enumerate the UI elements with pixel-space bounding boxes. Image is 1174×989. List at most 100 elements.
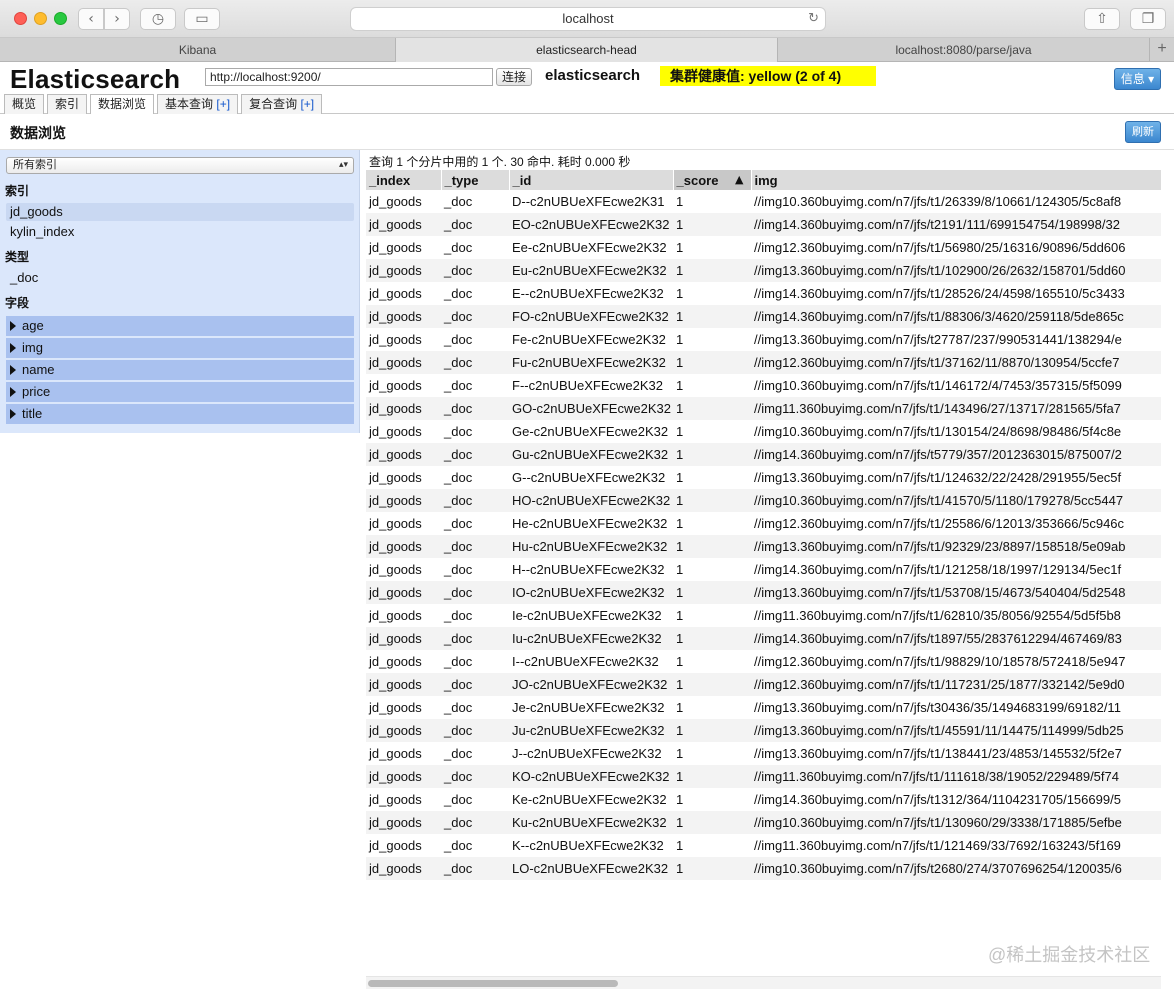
table-row[interactable]: jd_goods _doc F--c2nUBUeXFEcwe2K32 1 //img10… — [366, 374, 1161, 397]
table-row[interactable]: jd_goods _doc Ee-c2nUBUeXFEcwe2K32 1 //img12… — [366, 236, 1161, 259]
table-row[interactable]: jd_goods _doc Ku-c2nUBUeXFEcwe2K32 1//img10… — [366, 811, 1161, 834]
table-row[interactable]: jd_goods _doc LO-c2nUBUeXFEcwe2K32 1//img10… — [366, 857, 1161, 880]
table-row[interactable]: jd_goods _doc He-c2nUBUeXFEcwe2K32 1 //img12… — [366, 512, 1161, 535]
table-row[interactable]: jd_goods _doc FO-c2nUBUeXFEcwe2K32 1//img14… — [366, 305, 1161, 328]
table-row[interactable]: jd_goods _doc HO-c2nUBUeXFEcwe2K32 1//img10… — [366, 489, 1161, 512]
column-header-type[interactable]: _type — [441, 170, 510, 190]
clock-icon: ◷ — [151, 11, 165, 27]
cell-index: jd_goods — [366, 765, 441, 788]
history-button[interactable]: ◷ — [140, 8, 176, 30]
cell-type: _doc — [441, 259, 509, 282]
table-row[interactable]: jd_goods _doc KO-c2nUBUeXFEcwe2K32 1//img11… — [366, 765, 1161, 788]
table-row[interactable]: jd_goods _doc E--c2nUBUeXFEcwe2K32 1 //img14… — [366, 282, 1161, 305]
cell-score: 1 — [673, 673, 751, 696]
table-row[interactable]: jd_goods _doc GO-c2nUBUeXFEcwe2K32 1//img11… — [366, 397, 1161, 420]
table-row[interactable]: jd_goods _doc IO-c2nUBUeXFEcwe2K32 1//img13… — [366, 581, 1161, 604]
cell-score: 1 — [673, 489, 751, 512]
table-row[interactable]: jd_goods _doc EO-c2nUBUeXFEcwe2K32 1//img14… — [366, 213, 1161, 236]
column-header-id[interactable]: _id — [509, 170, 674, 190]
browser-tab-bar: Kibana elasticsearch-head localhost:8080… — [0, 38, 1174, 62]
table-row[interactable]: jd_goods _doc Fu-c2nUBUeXFEcwe2K32 1//img12… — [366, 351, 1161, 374]
browser-tab-elasticsearch-head[interactable]: elasticsearch-head — [396, 38, 778, 62]
cell-type: _doc — [444, 746, 473, 761]
cell-img: //img14.360buyimg.com/n7/jfs/t1/121258/1… — [754, 562, 1122, 577]
cell-id: K--c2nUBUeXFEcwe2K32 — [512, 838, 664, 853]
zoom-window-button[interactable] — [54, 12, 67, 25]
table-row[interactable]: jd_goods _doc G--c2nUBUeXFEcwe2K32 1 //img13… — [366, 466, 1161, 489]
tab-browser[interactable]: 数据浏览 — [90, 94, 155, 115]
cell-img: //img13.360buyimg.com/n7/jfs/t1/102900/2… — [751, 259, 1161, 282]
cell-id: EO-c2nUBUeXFEcwe2K32 — [509, 213, 673, 236]
expand-triangle-icon — [10, 365, 16, 375]
es-url-input[interactable] — [205, 68, 493, 86]
cell-index: jd_goods — [369, 332, 422, 347]
table-row[interactable]: jd_goods _doc D--c2nUBUeXFEcwe2K31 1 //img10… — [366, 190, 1161, 213]
table-row[interactable]: jd_goods _doc Ie-c2nUBUeXFEcwe2K32 1 //img11… — [366, 604, 1161, 627]
cell-id: Ke-c2nUBUeXFEcwe2K32 — [512, 792, 667, 807]
type-item-doc[interactable]: _doc — [6, 269, 354, 287]
tab-basic-query[interactable]: 基本查询 [+] — [157, 94, 239, 114]
forward-button[interactable]: › — [104, 8, 130, 30]
cell-index: jd_goods — [369, 838, 422, 853]
tab-indices[interactable]: 索引 — [47, 94, 88, 114]
scrollbar-thumb[interactable] — [368, 980, 618, 987]
address-bar[interactable]: localhost ↻ — [350, 7, 826, 31]
cell-index: jd_goods — [369, 654, 422, 669]
table-row[interactable]: jd_goods _doc Ju-c2nUBUeXFEcwe2K32 1//img13… — [366, 719, 1161, 742]
new-tab-button[interactable]: + — [1150, 38, 1174, 62]
tab-compound-query[interactable]: 复合查询 [+] — [241, 94, 323, 114]
table-row[interactable]: jd_goods _doc J--c2nUBUeXFEcwe2K32 1 //img13… — [366, 742, 1161, 765]
cell-index: jd_goods — [366, 443, 441, 466]
table-row[interactable]: jd_goods _doc Eu-c2nUBUeXFEcwe2K32 1//img13… — [366, 259, 1161, 282]
cell-score: 1 — [676, 240, 684, 255]
horizontal-scrollbar[interactable] — [366, 976, 1161, 989]
cell-type: _doc — [441, 305, 509, 328]
cell-type: _doc — [441, 581, 509, 604]
tab-overview-button[interactable]: ❐ — [1130, 8, 1166, 30]
table-row[interactable]: jd_goods _doc I--c2nUBUeXFEcwe2K32 1 //img12… — [366, 650, 1161, 673]
column-header-score[interactable]: _score ▲ — [673, 170, 752, 190]
info-menu-button[interactable]: 信息 ▾ — [1114, 68, 1161, 90]
cell-id: GO-c2nUBUeXFEcwe2K32 — [509, 397, 673, 420]
share-button[interactable]: ⇧ — [1084, 8, 1120, 30]
table-row[interactable]: jd_goods _doc Ke-c2nUBUeXFEcwe2K32 1 //img14… — [366, 788, 1161, 811]
field-item-title[interactable]: title — [6, 404, 354, 424]
cell-id: E--c2nUBUeXFEcwe2K32 — [512, 286, 664, 301]
browser-tab-parse-java[interactable]: localhost:8080/parse/java — [778, 38, 1150, 62]
table-row[interactable]: jd_goods _doc Fe-c2nUBUeXFEcwe2K32 1 //img13… — [366, 328, 1161, 351]
table-row[interactable]: jd_goods _doc H--c2nUBUeXFEcwe2K32 1 //img14… — [366, 558, 1161, 581]
back-button[interactable]: ‹ — [78, 8, 104, 30]
cluster-health-badge: 集群健康值: yellow (2 of 4) — [660, 66, 876, 86]
column-header-img[interactable]: img — [751, 170, 1161, 190]
cell-id: Ee-c2nUBUeXFEcwe2K32 — [512, 240, 667, 255]
cell-img: //img14.360buyimg.com/n7/jfs/t1897/55/28… — [751, 627, 1161, 650]
browser-tab-kibana[interactable]: Kibana — [0, 38, 396, 62]
index-item-jd-goods[interactable]: jd_goods — [6, 203, 354, 221]
table-row[interactable]: jd_goods _doc K--c2nUBUeXFEcwe2K32 1 //img11… — [366, 834, 1161, 857]
table-row[interactable]: jd_goods _doc Ge-c2nUBUeXFEcwe2K32 1 //img10… — [366, 420, 1161, 443]
table-row[interactable]: jd_goods _doc Iu-c2nUBUeXFEcwe2K32 1//img14… — [366, 627, 1161, 650]
table-row[interactable]: jd_goods _doc Je-c2nUBUeXFEcwe2K32 1 //img13… — [366, 696, 1161, 719]
index-item-kylin-index[interactable]: kylin_index — [6, 223, 354, 241]
tab-overview[interactable]: 概览 — [4, 94, 45, 114]
reload-icon[interactable]: ↻ — [808, 8, 819, 30]
table-row[interactable]: jd_goods _doc JO-c2nUBUeXFEcwe2K32 1//img12… — [366, 673, 1161, 696]
minimize-window-button[interactable] — [34, 12, 47, 25]
column-header-index[interactable]: _index — [366, 170, 442, 190]
cell-img: //img13.360buyimg.com/n7/jfs/t1/138441/2… — [754, 746, 1122, 761]
table-row[interactable]: jd_goods _doc Hu-c2nUBUeXFEcwe2K32 1//img13… — [366, 535, 1161, 558]
index-select[interactable]: 所有索引 ▴▾ — [6, 157, 354, 174]
watermark: @稀土掘金技术社区 — [988, 945, 1151, 965]
chevron-left-icon: ‹ — [88, 11, 94, 27]
field-item-age[interactable]: age — [6, 316, 354, 336]
field-item-name[interactable]: name — [6, 360, 354, 380]
connect-button[interactable]: 连接 — [496, 68, 532, 86]
cell-index: jd_goods — [366, 857, 441, 880]
table-row[interactable]: jd_goods _doc Gu-c2nUBUeXFEcwe2K32 1//img14… — [366, 443, 1161, 466]
field-item-price[interactable]: price — [6, 382, 354, 402]
field-item-img[interactable]: img — [6, 338, 354, 358]
close-window-button[interactable] — [14, 12, 27, 25]
refresh-button[interactable]: 刷新 — [1125, 121, 1161, 143]
sidebar-toggle-button[interactable]: ▭ — [184, 8, 220, 30]
table-header-row: _index _type _id _score ▲ img — [366, 170, 1161, 190]
